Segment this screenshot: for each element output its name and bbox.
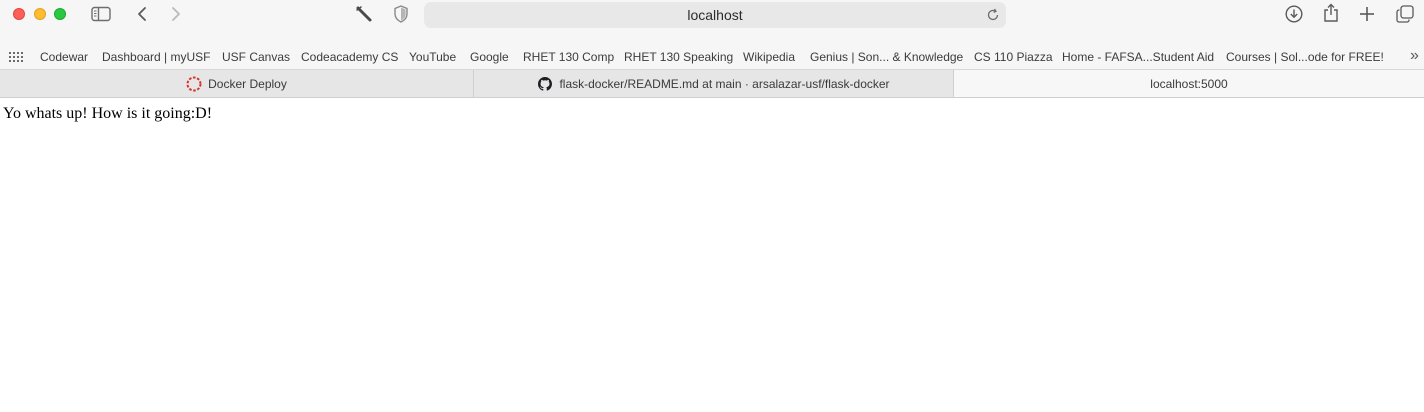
bookmarks-bar: Codewar Dashboard | myUSF USF Canvas Cod…	[0, 44, 1424, 70]
tab-overview-icon[interactable]	[1396, 5, 1414, 23]
close-window-button[interactable]	[13, 8, 25, 20]
tab-localhost[interactable]: localhost:5000	[954, 70, 1424, 97]
browser-toolbar: localhost	[0, 0, 1424, 44]
page-text: Yo whats up! How is it going:D!	[3, 105, 213, 122]
tab-docker-deploy[interactable]: Docker Deploy	[0, 70, 474, 97]
tab-label: localhost:5000	[1150, 76, 1228, 91]
download-icon[interactable]	[1285, 5, 1303, 23]
bookmark-item[interactable]: CS 110 Piazza	[974, 50, 1053, 64]
grid-icon[interactable]	[9, 51, 23, 63]
bookmarks-overflow-button[interactable]: »	[1410, 47, 1419, 65]
reload-icon[interactable]	[986, 7, 1000, 23]
bookmark-item[interactable]: RHET 130 Comp	[523, 50, 614, 64]
address-text: localhost	[687, 7, 743, 23]
docker-deploy-favicon	[186, 76, 202, 92]
back-icon[interactable]	[135, 6, 149, 22]
address-bar[interactable]: localhost	[424, 2, 1006, 28]
tab-label: flask-docker/README.md at main · arsalaz…	[559, 76, 890, 91]
bookmark-item[interactable]: Home - FAFSA...Student Aid	[1062, 50, 1214, 64]
bookmark-item[interactable]: Google	[470, 50, 509, 64]
tab-bar: Docker Deploy flask-docker/README.md at …	[0, 70, 1424, 98]
page-content: Yo whats up! How is it going:D!	[0, 98, 1424, 412]
bookmark-item[interactable]: Dashboard | myUSF	[102, 50, 211, 64]
extension-icon[interactable]	[355, 5, 373, 23]
forward-icon[interactable]	[169, 6, 183, 22]
tab-label: Docker Deploy	[208, 76, 287, 91]
zoom-window-button[interactable]	[54, 8, 66, 20]
bookmark-item[interactable]: Codewar	[40, 50, 88, 64]
share-icon[interactable]	[1323, 3, 1339, 23]
bookmark-item[interactable]: Codeacademy CS	[301, 50, 398, 64]
bookmark-item[interactable]: Genius | Son... & Knowledge	[810, 50, 963, 64]
bookmark-item[interactable]: RHET 130 Speaking	[624, 50, 733, 64]
bookmark-item[interactable]: YouTube	[409, 50, 456, 64]
github-icon	[537, 76, 553, 92]
bookmark-item[interactable]: Wikipedia	[743, 50, 795, 64]
tab-github-readme[interactable]: flask-docker/README.md at main · arsalaz…	[474, 70, 954, 97]
sidebar-icon[interactable]	[91, 6, 111, 22]
bookmark-item[interactable]: Courses | Sol...ode for FREE!	[1226, 50, 1384, 64]
privacy-shield-icon[interactable]	[393, 5, 409, 23]
bookmark-item[interactable]: USF Canvas	[222, 50, 290, 64]
minimize-window-button[interactable]	[34, 8, 46, 20]
new-tab-icon[interactable]	[1359, 6, 1375, 22]
